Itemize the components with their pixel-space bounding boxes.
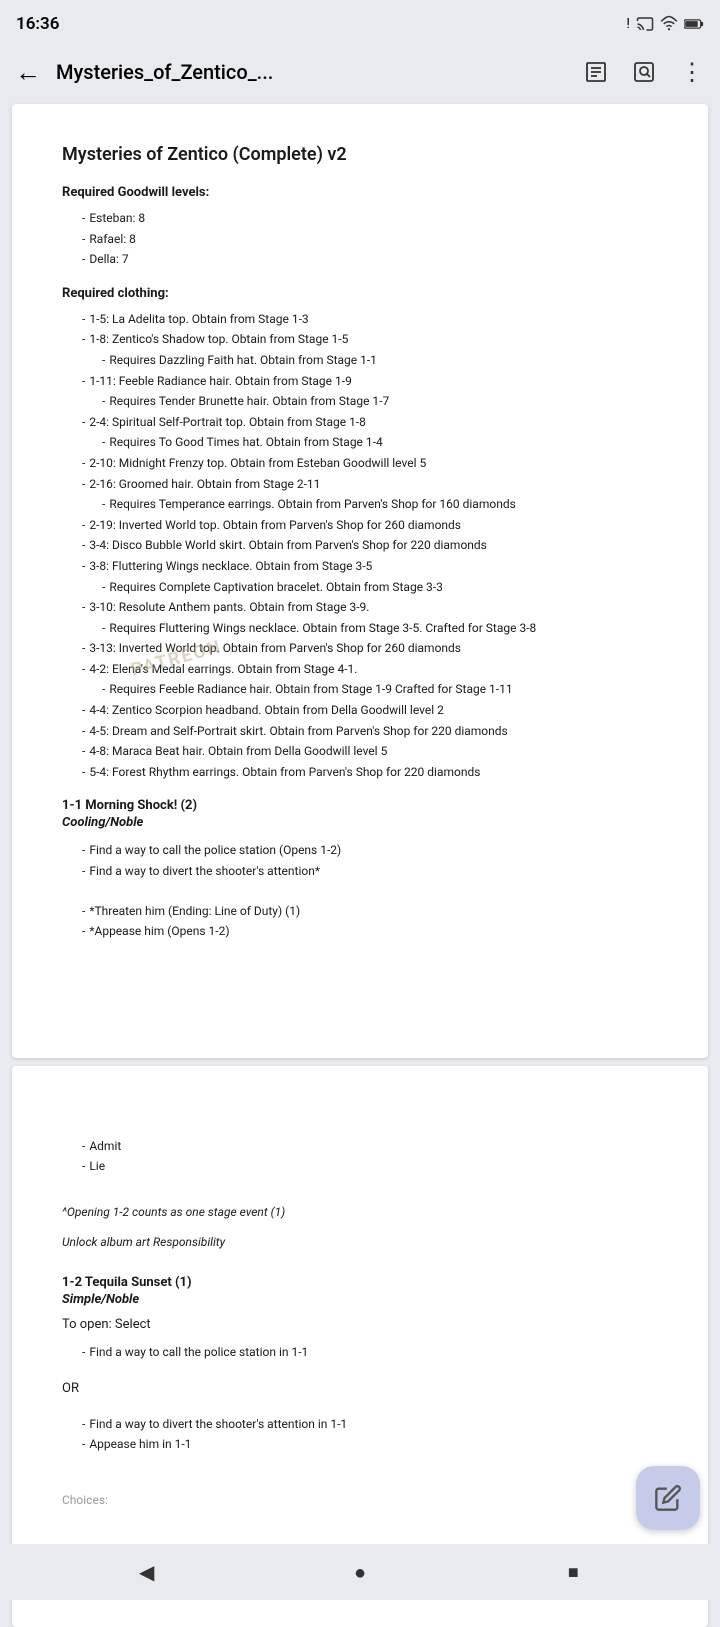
stage-1-1-heading: 1-1 Morning Shock! (2) xyxy=(62,798,658,813)
clothing-item-20: -4-5: Dream and Self-Portrait skirt. Obt… xyxy=(62,721,658,742)
clothing-item-17: -4-2: Elena's Medal earrings. Obtain fro… xyxy=(62,659,658,680)
back-button[interactable]: ← xyxy=(8,52,48,92)
or-separator: OR xyxy=(62,1381,658,1396)
back-nav-button[interactable]: ◀ xyxy=(125,1550,169,1594)
top-nav: ← Mysteries_of_Zentico_... ⋮ xyxy=(0,44,720,104)
status-bar: 16:36 ! xyxy=(0,0,720,44)
clothing-item-7: -2-10: Midnight Frenzy top. Obtain from … xyxy=(62,453,658,474)
home-nav-icon: ● xyxy=(354,1560,366,1585)
required-goodwill-section: Required Goodwill levels: -Esteban: 8 -R… xyxy=(62,185,658,270)
clothing-item-16: -3-13: Inverted World top. Obtain from P… xyxy=(62,638,658,659)
stage-1-1-subheading: Cooling/Noble xyxy=(62,815,658,830)
clothing-item-21: -4-8: Maraca Beat hair. Obtain from Dell… xyxy=(62,741,658,762)
stage-1-2-item-2: -Appease him in 1-1 xyxy=(62,1434,658,1455)
goodwill-esteban: -Esteban: 8 xyxy=(62,208,658,229)
clothing-item-13: -Requires Complete Captivation bracelet.… xyxy=(62,577,658,598)
clothing-item-19: -4-4: Zentico Scorpion headband. Obtain … xyxy=(62,700,658,721)
page-title: Mysteries_of_Zentico_... xyxy=(56,60,568,84)
clothing-item-4: -Requires Tender Brunette hair. Obtain f… xyxy=(62,391,658,412)
page2-item-admit: -Admit xyxy=(62,1136,658,1157)
choices-label: Choices: xyxy=(62,1493,658,1507)
stage-1-2-to-open: To open: Select xyxy=(62,1317,658,1332)
status-icons: ! xyxy=(626,15,704,33)
stage-1-1-item-0: -Find a way to call the police station (… xyxy=(62,840,658,861)
clothing-item-15: -Requires Fluttering Wings necklace. Obt… xyxy=(62,618,658,639)
back-nav-icon: ◀ xyxy=(139,1560,154,1584)
goodwill-heading: Required Goodwill levels: xyxy=(62,185,658,200)
clothing-heading: Required clothing: xyxy=(62,286,658,301)
document-container: Mysteries of Zentico (Complete) v2 Requi… xyxy=(0,104,720,1627)
recents-nav-button[interactable]: ■ xyxy=(551,1550,595,1594)
stage-1-2-item-0: -Find a way to call the police station i… xyxy=(62,1342,658,1363)
clothing-item-12: -3-8: Fluttering Wings necklace. Obtain … xyxy=(62,556,658,577)
goodwill-della: -Della: 7 xyxy=(62,249,658,270)
opening-note: ^Opening 1-2 counts as one stage event (… xyxy=(62,1205,658,1219)
clothing-item-5: -2-4: Spiritual Self-Portrait top. Obtai… xyxy=(62,412,658,433)
page2-item-lie: -Lie xyxy=(62,1156,658,1177)
clothing-item-2: -Requires Dazzling Faith hat. Obtain fro… xyxy=(62,350,658,371)
wifi-icon xyxy=(660,15,678,33)
stage-1-1-item-3: -*Appease him (Opens 1-2) xyxy=(62,921,658,942)
stage-1-1-item-1: -Find a way to divert the shooter's atte… xyxy=(62,861,658,882)
document-page-1: Mysteries of Zentico (Complete) v2 Requi… xyxy=(12,104,708,1058)
home-nav-button[interactable]: ● xyxy=(338,1550,382,1594)
recents-nav-icon: ■ xyxy=(568,1562,579,1583)
search-button[interactable] xyxy=(624,52,664,92)
stage-1-2-section: 1-2 Tequila Sunset (1) Simple/Noble To o… xyxy=(62,1275,658,1455)
stage-1-2-subheading: Simple/Noble xyxy=(62,1292,658,1307)
clothing-item-6: -Requires To Good Times hat. Obtain from… xyxy=(62,432,658,453)
unlock-note: Unlock album art Responsibility xyxy=(62,1235,658,1249)
status-time: 16:36 xyxy=(16,14,59,34)
stage-1-2-heading: 1-2 Tequila Sunset (1) xyxy=(62,1275,658,1290)
clothing-item-0: -1-5: La Adelita top. Obtain from Stage … xyxy=(62,309,658,330)
edit-icon xyxy=(654,1484,682,1512)
document-page-2: -Admit -Lie ^Opening 1-2 counts as one s… xyxy=(12,1066,708,1627)
clothing-item-11: -3-4: Disco Bubble World skirt. Obtain f… xyxy=(62,535,658,556)
stage-1-1-item-2: -*Threaten him (Ending: Line of Duty) (1… xyxy=(62,901,658,922)
text-view-button[interactable] xyxy=(576,52,616,92)
clothing-item-1: -1-8: Zentico's Shadow top. Obtain from … xyxy=(62,329,658,350)
goodwill-rafael: -Rafael: 8 xyxy=(62,229,658,250)
clothing-item-3: -1-11: Feeble Radiance hair. Obtain from… xyxy=(62,371,658,392)
clothing-item-10: -2-19: Inverted World top. Obtain from P… xyxy=(62,515,658,536)
battery-icon xyxy=(684,18,704,30)
stage-1-1-section: 1-1 Morning Shock! (2) Cooling/Noble -Fi… xyxy=(62,798,658,941)
document-title: Mysteries of Zentico (Complete) v2 xyxy=(62,144,658,165)
fab-edit-button[interactable] xyxy=(636,1466,700,1530)
clothing-item-18: -Requires Feeble Radiance hair. Obtain f… xyxy=(62,679,658,700)
page2-top-items: -Admit -Lie xyxy=(62,1136,658,1177)
required-clothing-section: Required clothing: -1-5: La Adelita top.… xyxy=(62,286,658,783)
alert-icon: ! xyxy=(626,16,630,32)
cast-icon xyxy=(636,15,654,33)
clothing-item-14: -3-10: Resolute Anthem pants. Obtain fro… xyxy=(62,597,658,618)
clothing-item-8: -2-16: Groomed hair. Obtain from Stage 2… xyxy=(62,474,658,495)
clothing-item-22: -5-4: Forest Rhythm earrings. Obtain fro… xyxy=(62,762,658,783)
stage-1-2-item-1: -Find a way to divert the shooter's atte… xyxy=(62,1414,658,1435)
overflow-menu-button[interactable]: ⋮ xyxy=(672,52,712,92)
clothing-item-9: -Requires Temperance earrings. Obtain fr… xyxy=(62,494,658,515)
bottom-navigation: ◀ ● ■ xyxy=(0,1544,720,1600)
